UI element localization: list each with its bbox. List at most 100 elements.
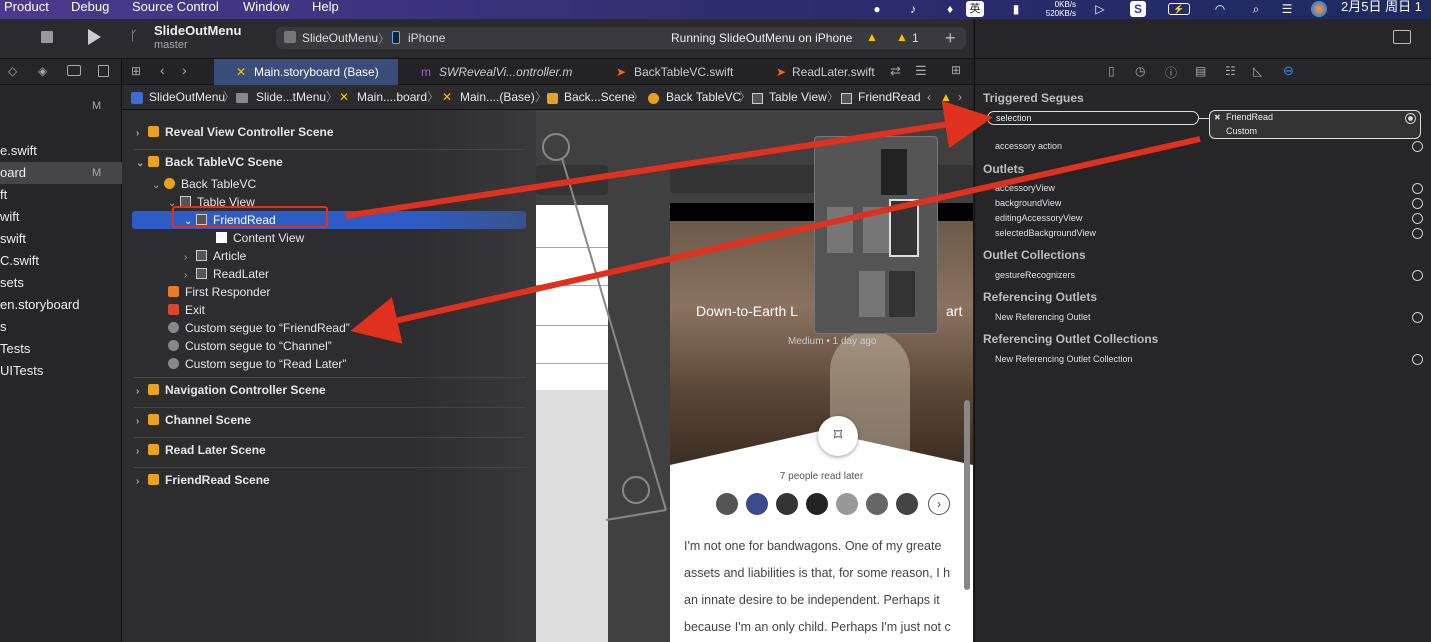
nav-file[interactable]: ft xyxy=(0,184,122,206)
avatar[interactable] xyxy=(896,493,918,515)
issue-prev-icon[interactable]: ‹ xyxy=(927,85,931,110)
breadcrumb-base[interactable]: Main....(Base) xyxy=(460,85,535,110)
device-selector[interactable]: iPhone xyxy=(408,31,445,45)
input-method-badge[interactable]: 英 xyxy=(966,1,984,17)
forward-arrow-icon[interactable]: › xyxy=(182,62,187,78)
siri-icon[interactable] xyxy=(1311,1,1327,17)
chevron-right-icon[interactable]: › xyxy=(136,473,148,491)
connection-target-box[interactable]: ✖ FriendRead Custom xyxy=(1209,110,1421,139)
avatar[interactable] xyxy=(776,493,798,515)
nav-file[interactable]: swift xyxy=(0,228,122,250)
nav-file[interactable]: sets xyxy=(0,272,122,294)
more-readers-chevron-icon[interactable]: › xyxy=(928,493,950,515)
breadcrumb-group[interactable]: Slide...tMenu xyxy=(256,85,326,110)
tab-backtablevc[interactable]: ➤ BackTableVC.swift xyxy=(592,59,772,85)
chevron-right-icon[interactable]: › xyxy=(136,413,148,431)
editor-options-icon[interactable]: ☰ xyxy=(915,63,927,79)
history-inspector-icon[interactable]: ◷ xyxy=(1135,64,1145,78)
identity-inspector-icon[interactable]: ▤ xyxy=(1195,64,1206,78)
selection-connection[interactable]: selection xyxy=(987,111,1199,125)
warning-icon[interactable]: ▲ xyxy=(940,85,952,110)
canvas-minimap[interactable] xyxy=(814,136,938,334)
breadcrumb-tableview[interactable]: Table View xyxy=(769,85,827,110)
menu-source-control[interactable]: Source Control xyxy=(132,0,219,19)
add-icon[interactable]: + xyxy=(945,28,956,49)
connection-circle-icon[interactable] xyxy=(1412,270,1423,281)
nav-file[interactable]: wift xyxy=(0,206,122,228)
wifi-icon[interactable]: ◠ xyxy=(1211,1,1229,17)
breadcrumb-project[interactable]: SlideOutMenu xyxy=(149,85,225,110)
nav-file-selected[interactable]: oard M xyxy=(0,162,122,184)
report-navigator-icon[interactable] xyxy=(98,65,109,77)
avatar[interactable] xyxy=(836,493,858,515)
outlet-row[interactable]: editingAccessoryView xyxy=(995,211,1423,226)
segue-badge-icon[interactable] xyxy=(622,476,650,504)
new-referencing-outlet-row[interactable]: New Referencing Outlet xyxy=(995,310,1423,325)
nav-file[interactable]: e.swift xyxy=(0,140,122,162)
menu-product[interactable]: Product xyxy=(4,0,49,19)
connection-circle-icon[interactable] xyxy=(1412,198,1423,209)
connection-circle-icon[interactable] xyxy=(1412,228,1423,239)
connection-circle-icon[interactable] xyxy=(1412,213,1423,224)
bookmark-button[interactable]: ⌑ xyxy=(818,416,858,456)
avatar[interactable] xyxy=(746,493,768,515)
tab-readlater[interactable]: ➤ ReadLater.swift xyxy=(752,59,882,85)
segue-badge-icon[interactable] xyxy=(542,133,570,161)
connected-dot-icon[interactable] xyxy=(1405,113,1416,124)
breadcrumb-scene[interactable]: Back...Scene xyxy=(564,85,635,110)
breakpoint-navigator-icon[interactable] xyxy=(67,65,81,76)
avatar[interactable] xyxy=(716,493,738,515)
menu-window[interactable]: Window xyxy=(243,0,289,19)
breadcrumb-friendread[interactable]: FriendRead xyxy=(858,85,921,110)
outlet-collection-row[interactable]: gestureRecognizers xyxy=(995,268,1423,283)
warning-icon[interactable]: ▲ xyxy=(866,30,878,44)
chevron-right-icon[interactable]: › xyxy=(136,443,148,461)
toggle-inspector-icon[interactable] xyxy=(1393,30,1411,44)
nav-file[interactable]: Tests xyxy=(0,338,122,360)
connections-inspector-icon[interactable]: ⊖ xyxy=(1283,63,1294,79)
connection-circle-icon[interactable] xyxy=(1412,312,1423,323)
outlet-row[interactable]: backgroundView xyxy=(995,196,1423,211)
chevron-right-icon[interactable]: › xyxy=(136,125,148,143)
menubar-clock[interactable]: 2月5日 周日 1 xyxy=(1341,0,1422,19)
attributes-inspector-icon[interactable]: ☷ xyxy=(1225,64,1236,78)
help-inspector-icon[interactable]: ⓘ xyxy=(1165,64,1177,81)
accessory-action-row[interactable]: accessory action xyxy=(995,139,1423,154)
run-button[interactable] xyxy=(88,29,101,45)
sogou-icon[interactable]: S xyxy=(1130,1,1146,17)
avatar[interactable] xyxy=(806,493,828,515)
microphone-icon[interactable]: ♦ xyxy=(943,1,957,17)
issue-warning-icon[interactable]: ▲ xyxy=(896,30,908,44)
issue-navigator-icon[interactable]: ◇ xyxy=(8,64,17,78)
breadcrumb-vc[interactable]: Back TableVC xyxy=(666,85,741,110)
nav-file[interactable]: C.swift xyxy=(0,250,122,272)
tab-swreveal[interactable]: m SWRevealVi...ontroller.m xyxy=(399,59,584,85)
outlet-row[interactable]: selectedBackgroundView xyxy=(995,226,1423,241)
control-center-icon[interactable]: ☰ xyxy=(1279,1,1295,17)
connection-circle-icon[interactable] xyxy=(1412,141,1423,152)
avatar[interactable] xyxy=(866,493,888,515)
scheme-selector[interactable]: SlideOutMenu xyxy=(302,31,378,45)
connection-circle-icon[interactable] xyxy=(1412,354,1423,365)
spotlight-search-icon[interactable]: ⌕ xyxy=(1248,1,1264,17)
connection-circle-icon[interactable] xyxy=(1412,183,1423,194)
nav-file[interactable]: en.storyboard xyxy=(0,294,122,316)
test-navigator-icon[interactable]: ◈ xyxy=(38,64,47,78)
chevron-down-icon[interactable]: ⌄ xyxy=(136,155,148,173)
new-referencing-collection-row[interactable]: New Referencing Outlet Collection xyxy=(995,352,1423,367)
stop-button[interactable] xyxy=(41,31,53,43)
nav-file[interactable]: s xyxy=(0,316,122,338)
battery-icon[interactable]: ⚡ xyxy=(1168,3,1190,15)
chevron-down-icon[interactable]: ⌄ xyxy=(152,177,164,195)
tiktok-icon[interactable]: ♪ xyxy=(905,1,921,17)
close-icon[interactable]: ✖ xyxy=(1214,113,1221,122)
related-items-icon[interactable]: ⇄ xyxy=(890,63,901,79)
grid-icon[interactable]: ⊞ xyxy=(131,64,141,78)
file-inspector-icon[interactable]: ▯ xyxy=(1108,64,1115,78)
chevron-right-icon[interactable]: › xyxy=(136,383,148,401)
add-editor-icon[interactable]: ⊞ xyxy=(951,63,961,77)
issue-next-icon[interactable]: › xyxy=(958,85,962,110)
size-inspector-icon[interactable]: ◺ xyxy=(1253,64,1262,78)
tab-main-storyboard[interactable]: ✕ Main.storyboard (Base) xyxy=(214,59,398,85)
back-arrow-icon[interactable]: ‹ xyxy=(160,62,165,78)
